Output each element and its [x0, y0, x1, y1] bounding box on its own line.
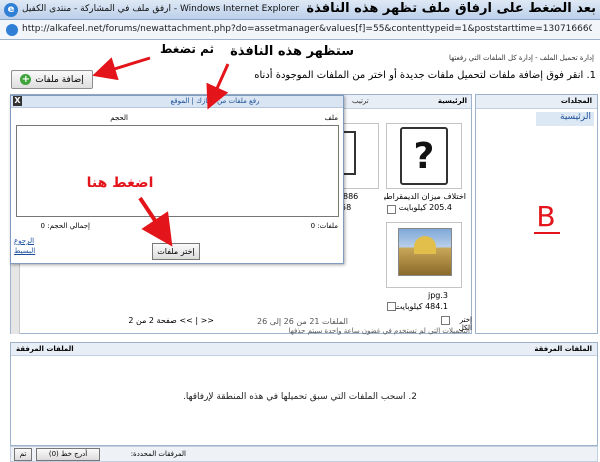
annotation-click-here: اضغط هنا: [86, 175, 154, 191]
done-button[interactable]: تم: [14, 448, 32, 461]
annotation-underline: [534, 232, 560, 234]
column-header-size: الحجم: [110, 114, 128, 122]
file-name: 58: [341, 203, 352, 212]
back-link[interactable]: الرجوع: [14, 237, 42, 247]
url-field[interactable]: http://alkafeel.net/forums/newattachment…: [22, 24, 592, 37]
folder-item-home[interactable]: الرئيسية: [536, 112, 594, 126]
sort-label[interactable]: ترتيب: [352, 97, 382, 108]
annotation-b-label: B: [536, 200, 556, 233]
file-name: اختلاف ميزان الديمقراطية.df: [384, 192, 466, 201]
select-all-checkbox[interactable]: [441, 316, 450, 325]
attachments-title: الملفات المرفقة: [534, 345, 592, 353]
upload-file-list: [16, 125, 339, 217]
upload-dialog-title[interactable]: رفع ملفات من جهازك | الموقع: [150, 97, 280, 107]
select-all-label: إختر الكل: [458, 316, 472, 332]
overlay-caption: بعد الضغط على ارفاق ملف تظهر هذه النافذة: [306, 1, 596, 16]
column-header-file: ملف: [324, 114, 338, 122]
uploads-notice: التحميلات التي لم تستخدم في غضون ساعة وا…: [288, 327, 470, 335]
simple-mode-link[interactable]: البسيط: [14, 247, 42, 257]
file-checkbox[interactable]: [387, 302, 396, 311]
unknown-file-icon: ?: [400, 127, 448, 185]
choose-files-button[interactable]: إختر ملفات: [152, 243, 200, 260]
annotation-window-appears: ستظهر هذه النافذة: [230, 44, 354, 59]
close-icon[interactable]: X: [13, 96, 22, 106]
folders-title: المجلدات: [560, 97, 592, 105]
drop-zone-instruction[interactable]: 2. اسحب الملفات التي سبق تحميلها في هذه …: [164, 392, 436, 406]
breadcrumb: إدارة تحميل الملف - إدارة كل الملفات الت…: [449, 54, 594, 62]
attachments-title-secondary: الملفات المرفقة: [16, 345, 74, 353]
shrine-dome-image: [414, 236, 436, 254]
file-checkbox[interactable]: [387, 205, 396, 214]
add-files-label: إضافة ملفات: [35, 74, 84, 85]
add-files-button[interactable]: إضافة ملفات +: [11, 70, 93, 89]
internet-explorer-icon: e: [4, 3, 18, 17]
file-browser-title: الرئيسية: [437, 97, 467, 105]
files-count: ملفات: 0: [310, 222, 338, 230]
insert-inline-button[interactable]: أدرج خط (0): [36, 448, 100, 461]
file-size: 886: [343, 192, 359, 201]
total-size: إجمالي الحجم: 0: [40, 222, 90, 230]
selected-attachments-label: المرفقات المحددة:: [130, 450, 186, 458]
page-favicon-icon: [6, 24, 18, 36]
annotation-then-click: ثم تضغط: [159, 42, 214, 56]
file-name: jpg.3: [427, 291, 448, 300]
vertical-scrollbar[interactable]: [11, 264, 20, 334]
instruction-text: 1. انقر فوق إضافة ملفات لتحميل ملفات جدي…: [254, 70, 596, 81]
unknown-file-icon: [342, 131, 356, 175]
plus-icon: +: [20, 74, 32, 85]
